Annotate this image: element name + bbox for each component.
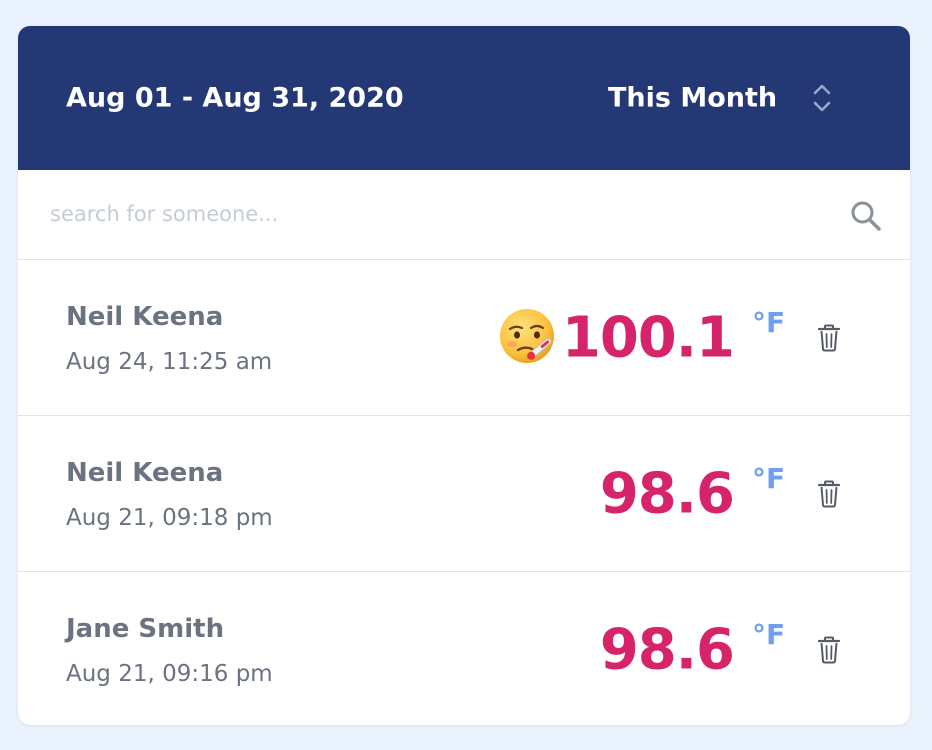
face-with-thermometer-icon	[500, 309, 554, 363]
list-item: Neil Keena Aug 21, 09:18 pm 98.6 °F	[18, 416, 910, 572]
temperature-log-card: Aug 01 - Aug 31, 2020 This Month Neil Ke…	[18, 26, 910, 725]
temperature-unit: °F	[752, 306, 786, 339]
person-name: Jane Smith	[66, 614, 225, 644]
header-bar: Aug 01 - Aug 31, 2020 This Month	[18, 26, 910, 170]
search-icon[interactable]	[848, 198, 884, 234]
temperature-value: 100.1	[561, 305, 735, 371]
trash-icon[interactable]	[817, 636, 841, 664]
list-item: Jane Smith Aug 21, 09:16 pm 98.6 °F	[18, 572, 910, 725]
person-name: Neil Keena	[66, 302, 224, 332]
readings-list: Neil Keena Aug 24, 11:25 am 100.1 °F Nei…	[18, 260, 910, 725]
trash-icon[interactable]	[817, 480, 841, 508]
temperature-unit: °F	[752, 462, 786, 495]
list-item: Neil Keena Aug 24, 11:25 am 100.1 °F	[18, 260, 910, 416]
date-range: Aug 01 - Aug 31, 2020	[66, 82, 404, 114]
search-bar	[18, 170, 910, 260]
person-name: Neil Keena	[66, 458, 224, 488]
search-input[interactable]	[50, 192, 810, 236]
reading-timestamp: Aug 24, 11:25 am	[66, 349, 273, 375]
temperature-value: 98.6	[599, 461, 735, 527]
temperature-unit: °F	[752, 618, 786, 651]
reading-timestamp: Aug 21, 09:18 pm	[66, 505, 273, 531]
chevron-up-down-icon	[813, 84, 831, 112]
period-select[interactable]: This Month	[608, 70, 868, 126]
period-select-label: This Month	[608, 82, 778, 114]
trash-icon[interactable]	[817, 324, 841, 352]
reading-timestamp: Aug 21, 09:16 pm	[66, 661, 273, 687]
temperature-value: 98.6	[599, 617, 735, 683]
